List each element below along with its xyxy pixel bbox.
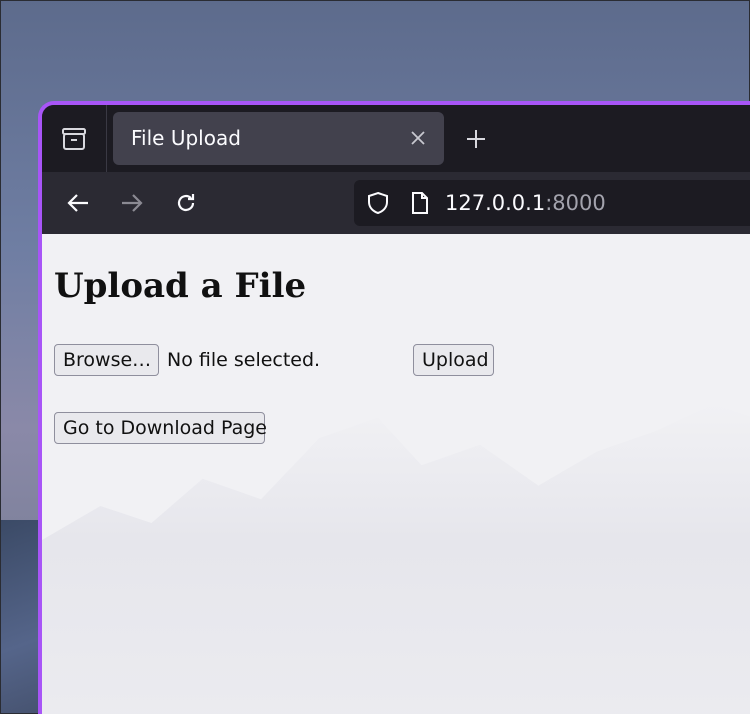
browse-button[interactable]: Browse…: [54, 344, 159, 376]
url-text[interactable]: 127.0.0.1:8000: [445, 180, 606, 226]
shield-icon[interactable]: [366, 191, 390, 215]
file-status-text: No file selected.: [167, 349, 321, 371]
forward-arrow-icon: [122, 194, 143, 212]
page-title: Upload a File: [54, 266, 307, 306]
back-arrow-icon: [67, 194, 88, 212]
page-background-mountains: [42, 404, 750, 714]
browser-window: File Upload 127.0.0.1:8000 Upload a File…: [38, 101, 750, 714]
tab-file-upload[interactable]: File Upload: [113, 112, 444, 165]
back-button[interactable]: [61, 186, 95, 220]
plus-icon: [467, 130, 485, 148]
page-content: Upload a File Browse… No file selected. …: [42, 234, 750, 714]
tab-overview-button[interactable]: [42, 105, 107, 172]
new-tab-button[interactable]: [462, 125, 490, 153]
go-to-download-page-button[interactable]: Go to Download Page: [54, 412, 267, 444]
url-host: 127.0.0.1: [445, 191, 546, 215]
page-icon[interactable]: [408, 191, 432, 215]
forward-button[interactable]: [115, 186, 149, 220]
url-port: :8000: [545, 191, 606, 215]
navigation-toolbar: 127.0.0.1:8000: [42, 172, 750, 234]
tab-overview-icon: [62, 127, 86, 150]
tab-bar: File Upload: [42, 105, 750, 172]
desktop-background: File Upload 127.0.0.1:8000 Upload a File…: [0, 0, 750, 714]
upload-button[interactable]: Upload: [413, 344, 494, 376]
reload-button[interactable]: [169, 186, 203, 220]
address-bar[interactable]: 127.0.0.1:8000: [354, 180, 750, 226]
tab-title: File Upload: [131, 126, 241, 150]
close-icon: [411, 131, 425, 145]
tab-close-button[interactable]: [406, 126, 430, 150]
reload-icon: [177, 194, 195, 212]
